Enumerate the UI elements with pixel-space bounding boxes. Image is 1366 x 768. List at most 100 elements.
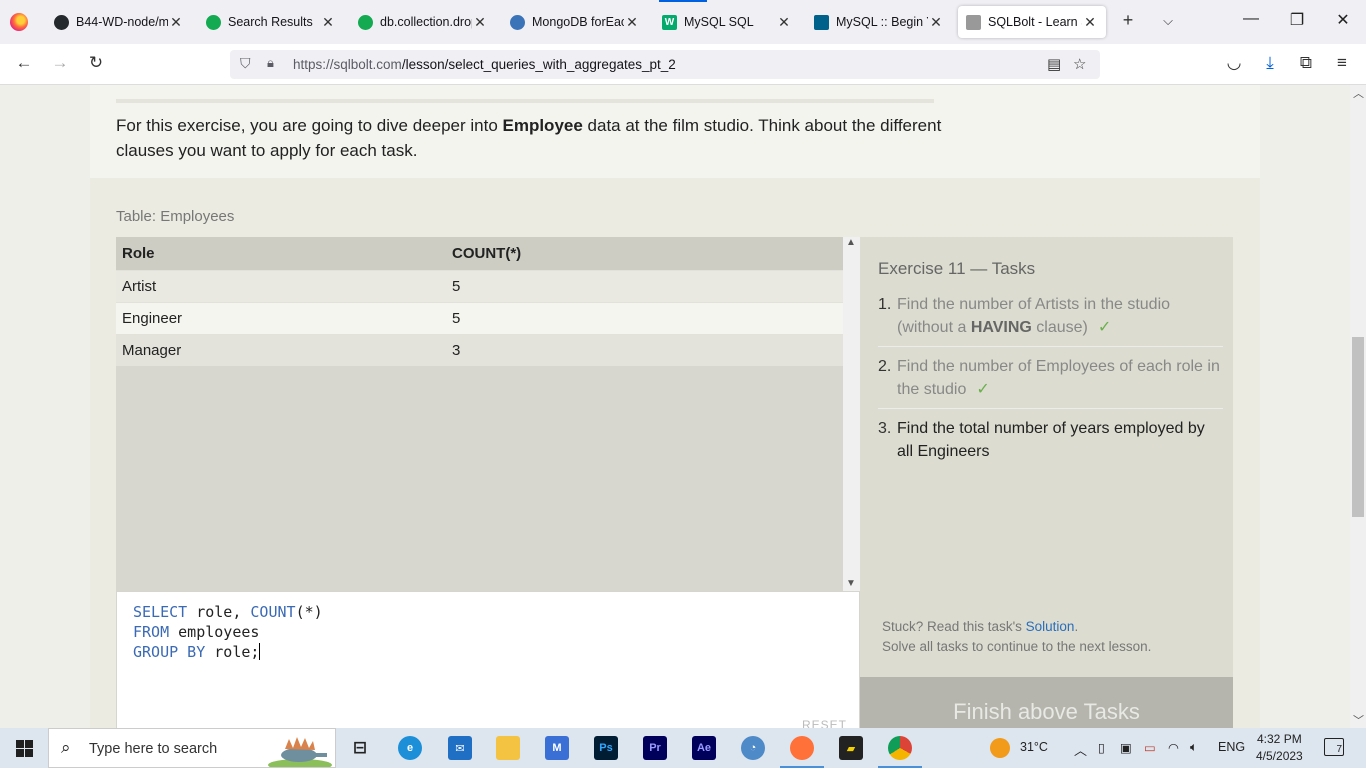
monday-app-icon[interactable]: M <box>545 736 569 760</box>
close-tab-icon[interactable]: ✕ <box>472 14 488 31</box>
bookmark-star-icon[interactable]: ☆ <box>1073 55 1086 73</box>
file-explorer-icon[interactable] <box>496 736 520 760</box>
tab-db-collection-drop[interactable]: db.collection.drop ✕ <box>350 6 496 38</box>
scrollbar-thumb[interactable] <box>1352 337 1364 517</box>
show-hidden-icons-chevron-icon[interactable]: ︿ <box>1074 740 1087 759</box>
task-text: Find the number of Artists in the studio… <box>897 293 1223 339</box>
device-icon[interactable]: ▯ <box>1098 740 1105 755</box>
scroll-down-arrow-icon[interactable]: ﹀ <box>1353 712 1364 728</box>
mail-icon[interactable]: ✉ <box>448 736 472 760</box>
premiere-pro-icon[interactable]: Pr <box>643 736 667 760</box>
solution-link[interactable]: Solution <box>1026 619 1075 634</box>
web-page: For this exercise, you are going to dive… <box>0 85 1350 728</box>
close-tab-icon[interactable]: ✕ <box>776 14 792 31</box>
table-row: Manager 3 <box>116 333 843 366</box>
tab-mongodb-foreach[interactable]: MongoDB forEach ✕ <box>502 6 648 38</box>
lock-icon[interactable]: 🔒︎ <box>267 55 274 71</box>
downloads-icon[interactable]: ⤓ <box>1258 53 1282 73</box>
sticky-notes-icon[interactable]: ▰ <box>839 736 863 760</box>
after-effects-icon[interactable]: Ae <box>692 736 716 760</box>
tab-search-results[interactable]: Search Results ✕ <box>198 6 344 38</box>
firefox-menu-icon[interactable] <box>10 13 28 31</box>
task-text: Find the number of Employees of each rol… <box>897 355 1223 401</box>
sql-query-editor[interactable]: SELECT role, COUNT(*) FROM employees GRO… <box>116 591 860 728</box>
query-code[interactable]: SELECT role, COUNT(*) FROM employees GRO… <box>133 602 323 662</box>
close-window-button[interactable]: ✕ <box>1328 10 1358 30</box>
task-view-icon[interactable]: ⊟ <box>348 736 372 760</box>
volume-icon[interactable]: 🔈︎ <box>1190 740 1198 755</box>
tab-sqlbolt[interactable]: SQLBolt - Learn S ✕ <box>958 6 1106 38</box>
github-icon <box>54 14 69 30</box>
photoshop-icon[interactable]: Ps <box>594 736 618 760</box>
tab-strip: B44-WD-node/m ✕ Search Results ✕ db.coll… <box>0 0 1366 44</box>
text-cursor <box>259 643 261 660</box>
page-scrollbar[interactable]: ︿ ﹀ <box>1350 85 1366 728</box>
notification-center-icon[interactable]: 7 <box>1324 738 1344 756</box>
new-tab-button[interactable]: + <box>1116 10 1140 31</box>
table-caption: Table: Employees <box>116 208 235 225</box>
tab-github[interactable]: B44-WD-node/m ✕ <box>46 6 192 38</box>
wifi-icon[interactable]: ◠ <box>1168 740 1179 755</box>
extensions-icon[interactable]: ⧉ <box>1294 53 1318 73</box>
tab-mysql-begin[interactable]: MySQL :: Begin Yo ✕ <box>806 6 952 38</box>
mysql-icon <box>814 14 829 30</box>
pocket-icon[interactable]: ◡ <box>1222 53 1246 73</box>
reset-button[interactable]: RESET <box>802 718 847 728</box>
minimize-button[interactable]: — <box>1236 10 1266 28</box>
battery-alert-icon[interactable]: ▭ <box>1144 740 1156 755</box>
url-text[interactable]: https://sqlbolt.com/lesson/select_querie… <box>293 57 676 72</box>
table-cell: Artist <box>116 269 446 302</box>
hamburger-menu-icon[interactable]: ≡ <box>1330 53 1354 73</box>
windows-taskbar: ⌕ Type here to search ⊟ e ✉ M Ps Pr Ae ◔… <box>0 728 1366 768</box>
scroll-up-arrow-icon[interactable]: ︿ <box>1353 85 1364 101</box>
meet-now-icon[interactable]: ▣ <box>1120 740 1132 755</box>
task-list: 1. Find the number of Artists in the stu… <box>878 293 1223 478</box>
discord-like-app-icon[interactable]: ◔ <box>741 736 765 760</box>
close-tab-icon[interactable]: ✕ <box>1082 14 1098 31</box>
chrome-icon[interactable] <box>888 736 912 760</box>
forward-arrow-icon[interactable]: → <box>48 53 72 73</box>
tasks-title: Exercise 11 — Tasks <box>878 259 1036 278</box>
address-bar[interactable]: ⛉ 🔒︎ https://sqlbolt.com/lesson/select_q… <box>230 50 1100 79</box>
windows-start-icon[interactable] <box>16 740 33 757</box>
close-tab-icon[interactable]: ✕ <box>928 14 944 31</box>
search-placeholder: Type here to search <box>89 741 218 757</box>
stuck-period: . <box>1074 619 1079 634</box>
table-cell: 5 <box>446 269 843 302</box>
weather-sun-icon[interactable] <box>990 738 1010 758</box>
firefox-taskbar-icon[interactable] <box>790 736 814 760</box>
navigation-toolbar: ← → ↻ ⛉ 🔒︎ https://sqlbolt.com/lesson/se… <box>0 44 1366 85</box>
finish-tasks-button[interactable]: Finish above Tasks <box>860 677 1233 728</box>
sql-keyword: SELECT <box>133 603 188 621</box>
list-all-tabs-icon[interactable]: ⌵ <box>1156 13 1180 29</box>
tracking-protection-shield-icon[interactable]: ⛉ <box>240 55 251 72</box>
taskbar-search-box[interactable]: ⌕ Type here to search <box>48 728 336 768</box>
url-path: /lesson/select_queries_with_aggregates_p… <box>401 57 676 72</box>
reader-view-icon[interactable]: ▤ <box>1047 55 1061 73</box>
tab-title: MongoDB forEach <box>532 15 624 29</box>
check-icon: ✓ <box>1097 319 1112 336</box>
language-indicator[interactable]: ENG <box>1218 740 1245 754</box>
restore-button[interactable]: ❐ <box>1282 10 1312 30</box>
back-arrow-icon[interactable]: ← <box>12 53 36 73</box>
close-tab-icon[interactable]: ✕ <box>320 14 336 31</box>
tab-playing-indicator <box>659 0 707 2</box>
task-text-part: clause) <box>1031 319 1088 336</box>
table-scrollbar[interactable]: ▲ ▼ <box>843 237 860 591</box>
task-bold-term: HAVING <box>970 319 1032 336</box>
reload-icon[interactable]: ↻ <box>84 53 108 73</box>
table-cell: Engineer <box>116 301 446 334</box>
tab-mysql-sql[interactable]: W MySQL SQL ✕ <box>654 6 800 38</box>
close-tab-icon[interactable]: ✕ <box>624 14 640 31</box>
sql-keyword: GROUP BY <box>133 643 206 661</box>
task-text: Find the total number of years employed … <box>897 420 1205 460</box>
scroll-up-arrow-icon[interactable]: ▲ <box>846 237 856 248</box>
weather-temperature[interactable]: 31°C <box>1020 740 1048 754</box>
edge-browser-icon[interactable]: e <box>398 736 422 760</box>
close-tab-icon[interactable]: ✕ <box>168 14 184 31</box>
sql-text: (*) <box>295 603 323 621</box>
tab-title: db.collection.drop <box>380 15 472 29</box>
system-clock[interactable]: 4:32 PM 4/5/2023 <box>1256 731 1303 765</box>
table-row: Engineer 5 <box>116 301 843 334</box>
scroll-down-arrow-icon[interactable]: ▼ <box>846 578 856 589</box>
